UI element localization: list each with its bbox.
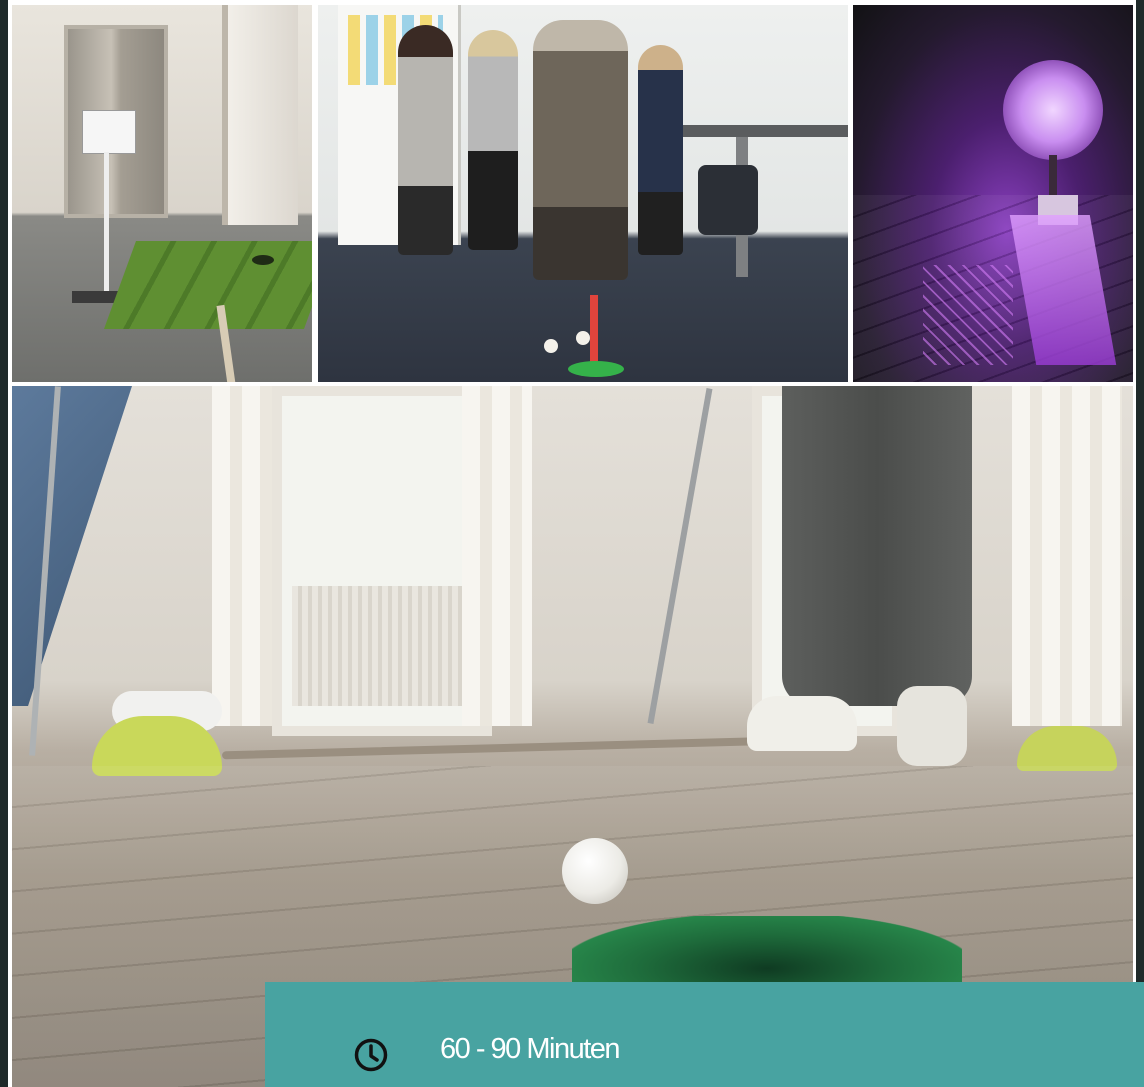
office-team-golf-photo bbox=[318, 5, 848, 382]
sneaker bbox=[897, 686, 967, 766]
golf-ball bbox=[576, 331, 590, 345]
curtain bbox=[462, 386, 532, 726]
golf-ball bbox=[562, 838, 628, 904]
sign-pole bbox=[104, 152, 109, 297]
golfer bbox=[533, 20, 628, 280]
sneaker bbox=[747, 696, 857, 751]
course-hose bbox=[221, 736, 783, 760]
putting-mat bbox=[103, 241, 312, 329]
clock-icon bbox=[354, 1038, 388, 1072]
illuminated-tree bbox=[1003, 60, 1103, 160]
elevator-putting-mat-photo bbox=[12, 5, 312, 382]
person bbox=[398, 25, 453, 255]
golf-ball bbox=[544, 339, 558, 353]
course-bumper bbox=[1017, 726, 1117, 771]
railing bbox=[923, 265, 1013, 365]
tree-trunk bbox=[1049, 155, 1057, 200]
flag-base bbox=[568, 361, 624, 377]
door-frame bbox=[222, 5, 298, 225]
person bbox=[468, 30, 518, 250]
toy-flag bbox=[590, 295, 598, 365]
station-sign bbox=[82, 110, 136, 154]
putter bbox=[647, 388, 713, 724]
curtain bbox=[1012, 386, 1122, 726]
info-band bbox=[265, 982, 1144, 1087]
radiator bbox=[292, 586, 462, 706]
office-chair bbox=[698, 165, 758, 235]
purple-rooftop-photo bbox=[853, 5, 1133, 382]
page: { "gallery": { "images": [ {"name": "ele… bbox=[0, 0, 1144, 1087]
putting-hole bbox=[252, 255, 274, 265]
person bbox=[638, 45, 683, 255]
player-leg bbox=[12, 386, 132, 706]
player-trousers bbox=[782, 386, 972, 706]
felt-golf-cup bbox=[572, 916, 962, 991]
duration-text: 60 - 90 Minuten bbox=[440, 1033, 621, 1065]
